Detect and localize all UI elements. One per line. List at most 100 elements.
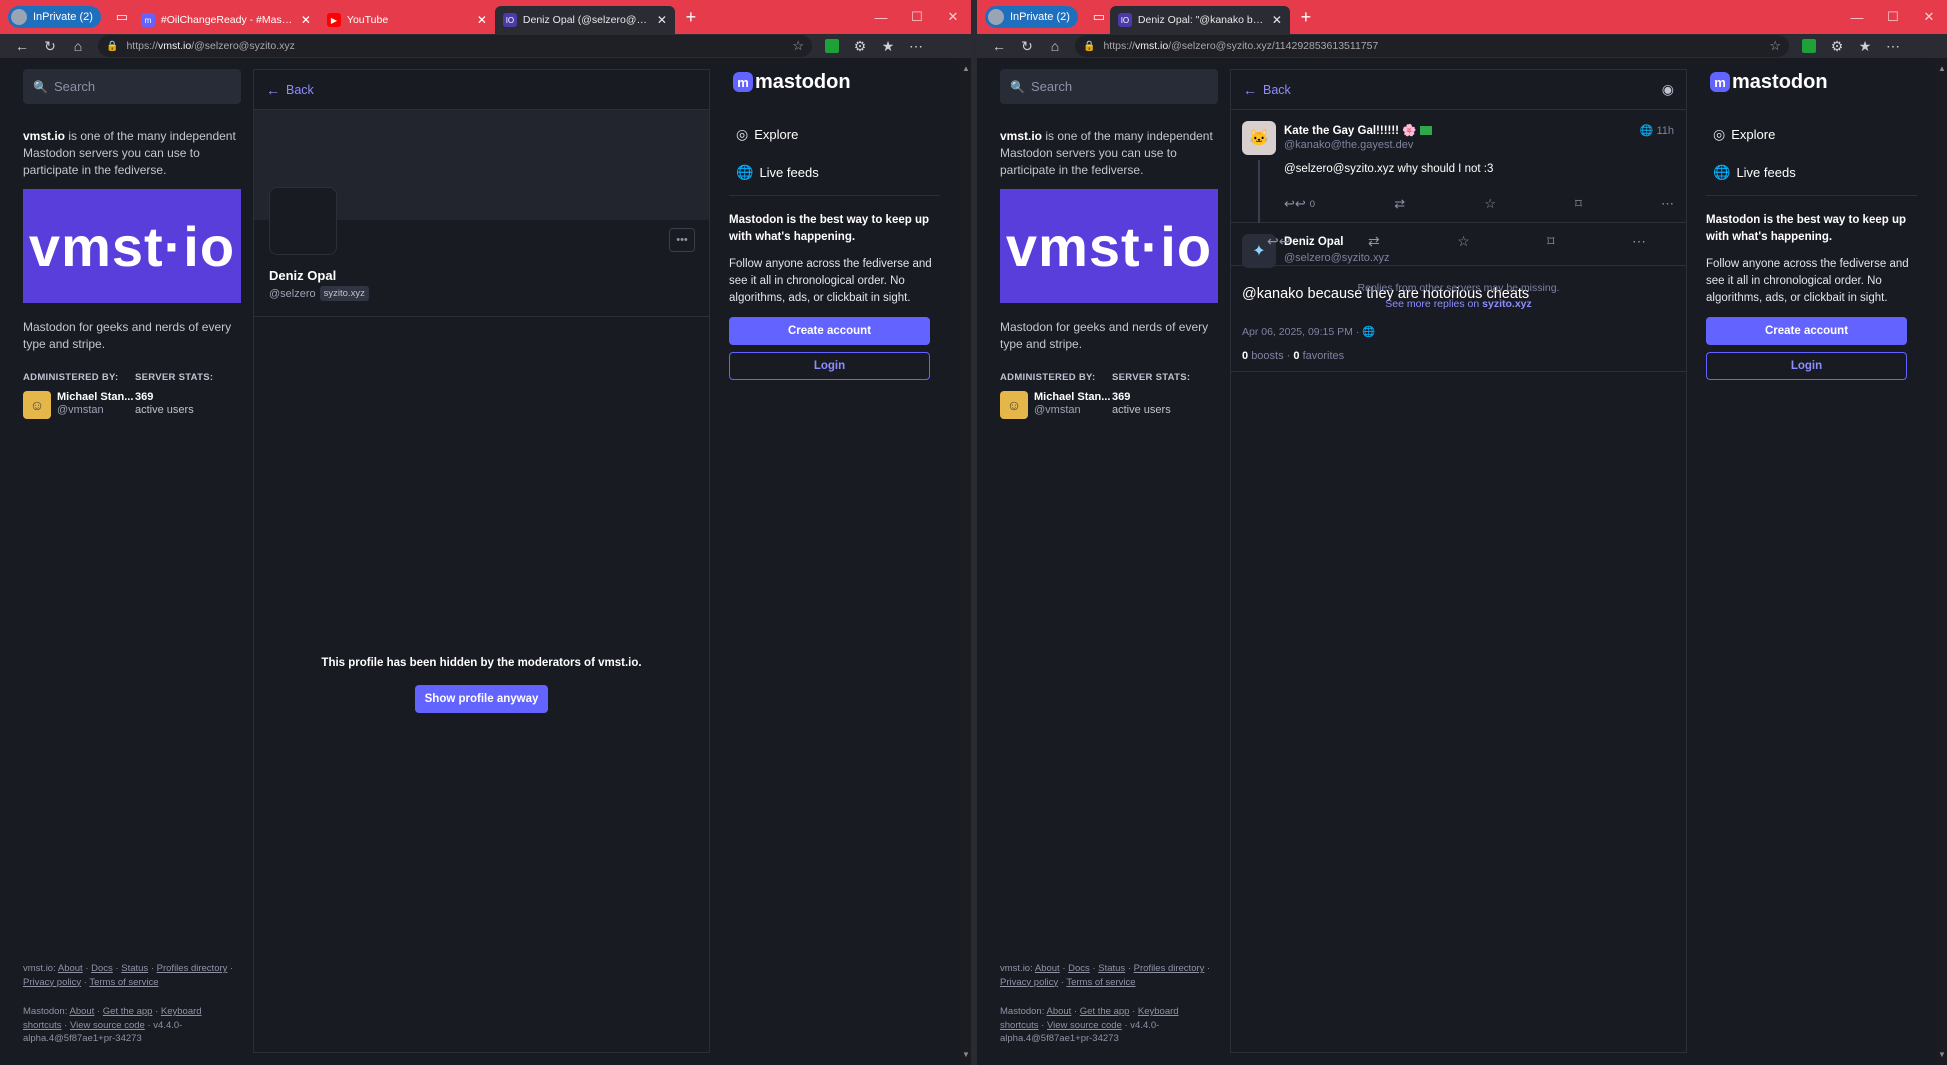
- home-icon[interactable]: ⌂: [64, 34, 92, 58]
- nav-live-feeds[interactable]: 🌐 Live feeds: [1706, 153, 1917, 191]
- link-terms[interactable]: Terms of service: [1066, 977, 1135, 988]
- minimize-icon[interactable]: —: [1839, 0, 1875, 34]
- reply-all-icon[interactable]: ↩↩: [1267, 233, 1290, 250]
- close-tab-icon[interactable]: ✕: [301, 13, 311, 27]
- link-about[interactable]: About: [1035, 963, 1060, 974]
- back-nav-icon[interactable]: ←: [8, 34, 36, 58]
- extension-icon[interactable]: [825, 39, 839, 53]
- tab-youtube[interactable]: ▶ YouTube ✕: [319, 6, 495, 34]
- tab-actions-icon[interactable]: ▭: [1088, 6, 1110, 28]
- scroll-down-icon[interactable]: ▼: [1938, 1050, 1946, 1059]
- link-mastodon-about[interactable]: About: [1047, 1006, 1072, 1017]
- menu-icon[interactable]: ⋯: [1879, 34, 1907, 58]
- new-tab-icon[interactable]: +: [1292, 3, 1320, 31]
- link-about[interactable]: About: [58, 963, 83, 974]
- favorite-star-icon[interactable]: ☆: [792, 38, 804, 54]
- scrollbar[interactable]: ▲ ▼: [959, 58, 971, 1065]
- address-bar[interactable]: 🔒 https://vmst.io/@selzero@syzito.xyz/11…: [1075, 35, 1789, 57]
- tab-deniz-profile[interactable]: IODeniz Opal (@selzero@syzito.xyz)✕: [494, 6, 675, 34]
- link-status[interactable]: Status: [1098, 963, 1125, 974]
- column-header[interactable]: ← Back: [254, 70, 709, 110]
- show-profile-button[interactable]: Show profile anyway: [415, 685, 548, 713]
- link-get-app[interactable]: Get the app: [103, 1006, 153, 1017]
- avatar[interactable]: 🐱: [1242, 121, 1276, 155]
- refresh-icon[interactable]: ↻: [1013, 34, 1041, 58]
- bookmark-icon[interactable]: ⌑: [1547, 233, 1554, 250]
- close-window-icon[interactable]: ✕: [935, 0, 971, 34]
- link-docs[interactable]: Docs: [91, 963, 113, 974]
- link-source[interactable]: View source code: [1047, 1020, 1122, 1031]
- boosts-link[interactable]: boosts: [1251, 350, 1283, 362]
- link-profiles[interactable]: Profiles directory: [1134, 963, 1205, 974]
- boost-icon[interactable]: ⇄: [1394, 196, 1405, 212]
- favorite-star-icon[interactable]: ☆: [1769, 38, 1781, 54]
- search-input[interactable]: 🔍 Search: [1000, 69, 1218, 104]
- extension-icon[interactable]: [1802, 39, 1816, 53]
- close-tab-icon[interactable]: ✕: [477, 13, 487, 27]
- extensions-icon[interactable]: ⚙: [1823, 34, 1851, 58]
- ellipsis-icon[interactable]: •••: [669, 228, 695, 252]
- address-bar[interactable]: 🔒 https://vmst.io/@selzero@syzito.xyz ☆: [98, 35, 812, 57]
- link-privacy[interactable]: Privacy policy: [1000, 977, 1058, 988]
- maximize-icon[interactable]: ☐: [899, 0, 935, 34]
- link-mastodon-about[interactable]: About: [70, 1006, 95, 1017]
- favorites-icon[interactable]: ★: [1851, 34, 1879, 58]
- see-more-replies-link[interactable]: See more replies on syzito.xyz: [1231, 296, 1686, 312]
- close-tab-icon[interactable]: ✕: [657, 13, 667, 27]
- link-status[interactable]: Status: [121, 963, 148, 974]
- search-input[interactable]: 🔍 Search: [23, 69, 241, 104]
- inprivate-badge[interactable]: InPrivate (2): [985, 6, 1078, 28]
- create-account-button[interactable]: Create account: [1706, 317, 1907, 345]
- admin-account[interactable]: ☺ Michael Stan... @vmstan: [23, 391, 135, 419]
- tab-actions-icon[interactable]: ▭: [111, 6, 133, 28]
- link-get-app[interactable]: Get the app: [1080, 1006, 1130, 1017]
- mastodon-logo[interactable]: m mastodon: [729, 69, 940, 95]
- status-time[interactable]: 🌐 11h: [1640, 124, 1674, 137]
- favorite-icon[interactable]: ☆: [1457, 233, 1470, 250]
- minimize-icon[interactable]: —: [863, 0, 899, 34]
- status-date[interactable]: Apr 06, 2025, 09:15 PM: [1242, 326, 1353, 338]
- bookmark-icon[interactable]: ⌑: [1575, 196, 1582, 212]
- close-window-icon[interactable]: ✕: [1911, 0, 1947, 34]
- arrow-left-icon[interactable]: ←: [1243, 82, 1257, 98]
- scrollbar[interactable]: ▲ ▼: [1935, 58, 1947, 1065]
- boost-icon[interactable]: ⇄: [1368, 233, 1380, 250]
- extensions-icon[interactable]: ⚙: [846, 34, 874, 58]
- tab-deniz-post[interactable]: IODeniz Opal: "@kanako because they are …: [1109, 6, 1290, 34]
- scroll-up-icon[interactable]: ▲: [962, 64, 970, 73]
- login-button[interactable]: Login: [729, 352, 930, 380]
- more-icon[interactable]: ⋯: [1661, 196, 1674, 212]
- back-nav-icon[interactable]: ←: [985, 34, 1013, 58]
- create-account-button[interactable]: Create account: [729, 317, 930, 345]
- favorite-icon[interactable]: ☆: [1484, 196, 1496, 212]
- status-author[interactable]: Kate the Gay Gal!!!!!! 🌸: [1284, 123, 1432, 137]
- refresh-icon[interactable]: ↻: [36, 34, 64, 58]
- favorites-link[interactable]: favorites: [1303, 350, 1345, 362]
- maximize-icon[interactable]: ☐: [1875, 0, 1911, 34]
- favorites-icon[interactable]: ★: [874, 34, 902, 58]
- admin-account[interactable]: ☺ Michael Stan... @vmstan: [1000, 391, 1112, 419]
- link-privacy[interactable]: Privacy policy: [23, 977, 81, 988]
- back-link[interactable]: Back: [1263, 83, 1291, 97]
- parent-status[interactable]: 🐱 Kate the Gay Gal!!!!!! 🌸 @kanako@the.g…: [1231, 110, 1686, 223]
- nav-explore[interactable]: ◎ Explore: [1706, 115, 1917, 153]
- new-tab-icon[interactable]: +: [677, 3, 705, 31]
- link-source[interactable]: View source code: [70, 1020, 145, 1031]
- link-terms[interactable]: Terms of service: [89, 977, 158, 988]
- close-tab-icon[interactable]: ✕: [1272, 13, 1282, 27]
- inprivate-badge[interactable]: InPrivate (2): [8, 6, 101, 28]
- menu-icon[interactable]: ⋯: [902, 34, 930, 58]
- eye-icon[interactable]: ◉: [1662, 81, 1674, 98]
- login-button[interactable]: Login: [1706, 352, 1907, 380]
- domain-pill[interactable]: syzito.xyz: [319, 286, 369, 301]
- reply-all-icon[interactable]: ↩↩ 0: [1284, 196, 1315, 212]
- scroll-down-icon[interactable]: ▼: [962, 1050, 970, 1059]
- mastodon-logo[interactable]: m mastodon: [1706, 69, 1917, 95]
- nav-live-feeds[interactable]: 🌐 Live feeds: [729, 153, 940, 191]
- scroll-up-icon[interactable]: ▲: [1938, 64, 1946, 73]
- link-profiles[interactable]: Profiles directory: [157, 963, 228, 974]
- more-icon[interactable]: ⋯: [1632, 233, 1646, 250]
- tab-oilchange[interactable]: m#OilChangeReady - #Mastodon5✕: [133, 6, 319, 34]
- nav-explore[interactable]: ◎ Explore: [729, 115, 940, 153]
- link-docs[interactable]: Docs: [1068, 963, 1090, 974]
